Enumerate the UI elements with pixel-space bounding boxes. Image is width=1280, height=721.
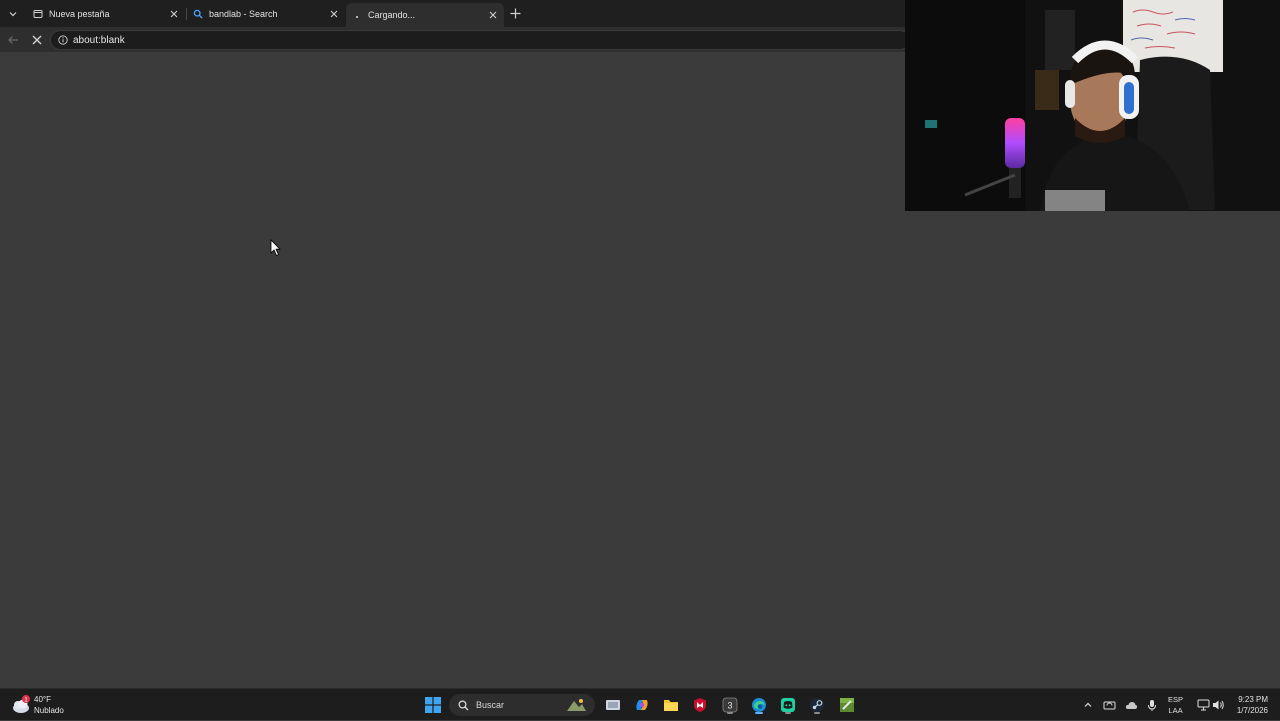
address-bar-url: about:blank [73, 34, 125, 46]
newtab-icon [33, 9, 43, 19]
arrow-left-icon [8, 36, 18, 44]
tab-cargando[interactable]: Cargando... [346, 3, 504, 27]
tab-actions-menu-button[interactable] [4, 5, 22, 23]
svg-text:3: 3 [727, 701, 732, 711]
clock-time: 9:23 PM [1238, 695, 1268, 704]
running-indicator [727, 712, 733, 714]
webcam-overlay [905, 0, 1280, 211]
clock-date: 1/7/2026 [1236, 706, 1268, 715]
back-button[interactable] [5, 32, 21, 48]
system-clock[interactable]: 9:23 PM 1/7/2026 [1230, 694, 1268, 716]
close-icon[interactable] [167, 7, 181, 21]
running-indicator [814, 712, 820, 714]
search-highlight-icon [567, 699, 586, 711]
sync-icon[interactable] [1102, 698, 1116, 712]
cloud-icon[interactable] [1124, 698, 1138, 712]
search-placeholder: Buscar [476, 700, 505, 710]
taskbar-search-box[interactable]: Buscar [449, 694, 595, 716]
info-icon[interactable] [57, 35, 68, 46]
tab-title: bandlab - Search [209, 9, 278, 19]
task-view-icon[interactable] [603, 695, 623, 715]
webcam-image [905, 0, 1280, 211]
chevron-down-icon [9, 12, 17, 17]
running-indicator [785, 712, 791, 714]
weather-widget[interactable]: 1 40°F Nublado [10, 692, 64, 718]
running-indicator [755, 712, 763, 714]
windows-start-icon[interactable] [423, 695, 443, 715]
keyboard-layout: LAA [1168, 706, 1183, 715]
close-icon[interactable] [486, 8, 500, 22]
weather-condition: Nublado [34, 706, 64, 715]
windows-taskbar: 1 40°F Nublado Buscar 3 ESP LAA 9:23 PM … [0, 688, 1280, 720]
edge-icon[interactable] [749, 695, 769, 715]
copilot-icon[interactable] [632, 695, 652, 715]
app-3-icon[interactable]: 3 [720, 695, 740, 715]
search-icon [458, 699, 469, 710]
weather-temperature: 40°F [34, 695, 51, 704]
tab-nueva-pestana[interactable]: Nueva pestaña [27, 3, 185, 25]
steam-icon[interactable] [807, 695, 827, 715]
input-language-indicator[interactable]: ESP LAA [1168, 694, 1183, 716]
address-bar[interactable]: about:blank [50, 30, 910, 50]
tab-bandlab-search[interactable]: bandlab - Search [187, 3, 345, 25]
tab-title: Nueva pestaña [49, 9, 110, 19]
close-icon[interactable] [327, 7, 341, 21]
network-icon[interactable] [1196, 698, 1210, 712]
mouse-cursor-icon [270, 239, 282, 257]
mcafee-icon[interactable] [690, 695, 710, 715]
volume-icon[interactable] [1211, 698, 1225, 712]
cloudy-weather-icon: 1 [10, 694, 32, 716]
new-tab-button[interactable] [507, 5, 523, 21]
plus-icon [510, 8, 520, 18]
close-icon [32, 35, 42, 45]
language-code: ESP [1168, 695, 1184, 704]
stop-loading-button[interactable] [29, 32, 45, 48]
minecraft-icon[interactable] [837, 695, 857, 715]
chevron-up-icon[interactable] [1081, 698, 1095, 712]
file-explorer-icon[interactable] [661, 695, 681, 715]
microphone-icon[interactable] [1145, 698, 1159, 712]
discord-icon[interactable] [778, 695, 798, 715]
search-icon [193, 9, 203, 19]
tab-title: Cargando... [368, 10, 416, 20]
loading-icon [352, 10, 362, 20]
